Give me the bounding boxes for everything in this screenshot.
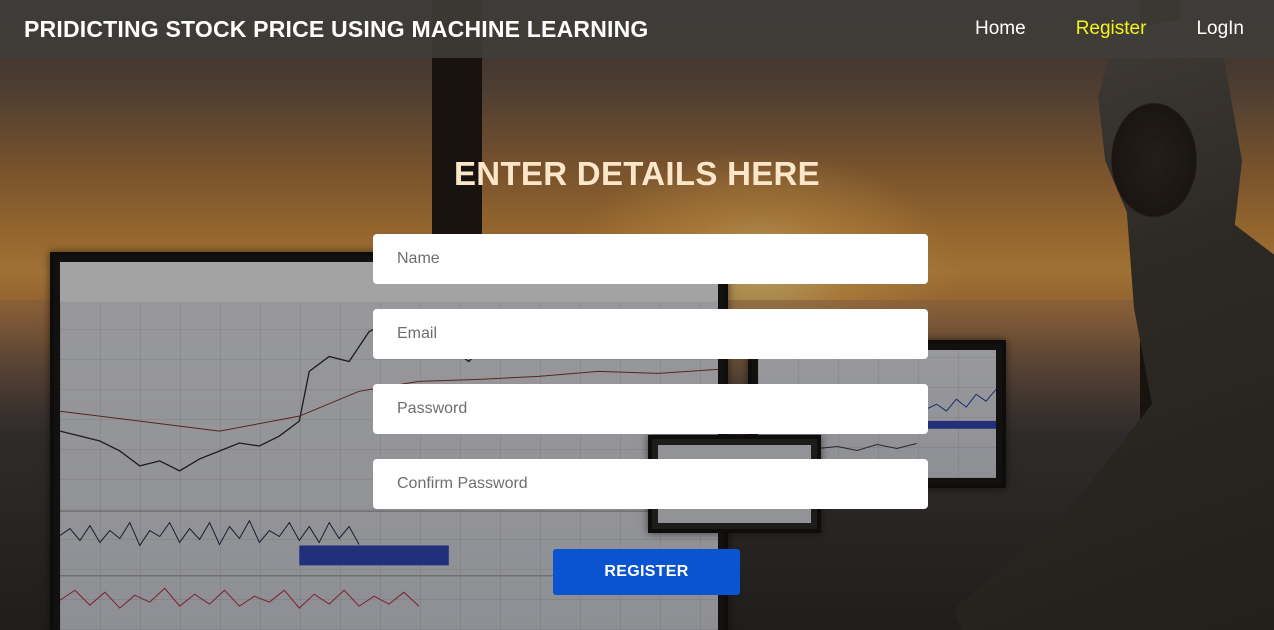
password-input[interactable]: [373, 384, 928, 434]
site-title: PRIDICTING STOCK PRICE USING MACHINE LEA…: [24, 15, 649, 42]
confirm-password-input[interactable]: [373, 459, 928, 509]
name-input[interactable]: [373, 234, 928, 284]
nav-link-home[interactable]: Home: [975, 18, 1026, 40]
form-heading: ENTER DETAILS HERE: [454, 155, 820, 192]
register-button[interactable]: REGISTER: [553, 549, 740, 595]
email-input[interactable]: [373, 309, 928, 359]
nav-link-register[interactable]: Register: [1076, 18, 1147, 40]
top-navbar: PRIDICTING STOCK PRICE USING MACHINE LEA…: [0, 0, 1274, 58]
nav-links: Home Register LogIn: [975, 18, 1244, 40]
nav-link-login[interactable]: LogIn: [1196, 18, 1244, 40]
